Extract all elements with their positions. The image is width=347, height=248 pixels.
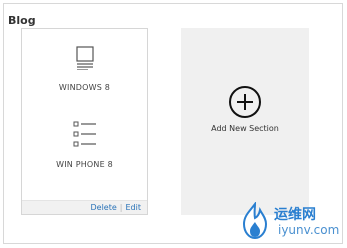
add-new-section-button[interactable]: Add New Section <box>181 28 309 215</box>
flame-logo-icon <box>242 202 268 240</box>
document-icon <box>75 46 94 70</box>
platform-label: WINDOWS 8 <box>58 83 111 92</box>
plus-circle-icon <box>229 86 261 118</box>
footer-separator: | <box>119 203 123 212</box>
delete-link[interactable]: Delete <box>91 203 117 212</box>
platform-label: WIN PHONE 8 <box>56 160 113 169</box>
edit-link[interactable]: Edit <box>126 203 142 212</box>
add-new-section-label: Add New Section <box>211 124 279 133</box>
list-icon <box>73 121 96 147</box>
watermark-en: iyunv.com <box>278 223 340 237</box>
platform-windows8: WINDOWS 8 <box>22 46 147 92</box>
section-title: Blog <box>8 14 36 27</box>
platform-winphone8: WIN PHONE 8 <box>22 121 147 169</box>
watermark-cn: 运维网 <box>274 207 316 223</box>
card-footer: Delete | Edit <box>22 200 147 214</box>
blog-card: WINDOWS 8 WIN PHONE 8 Delete | Edit <box>21 28 148 215</box>
watermark: 运维网 iyunv.com <box>234 200 344 244</box>
